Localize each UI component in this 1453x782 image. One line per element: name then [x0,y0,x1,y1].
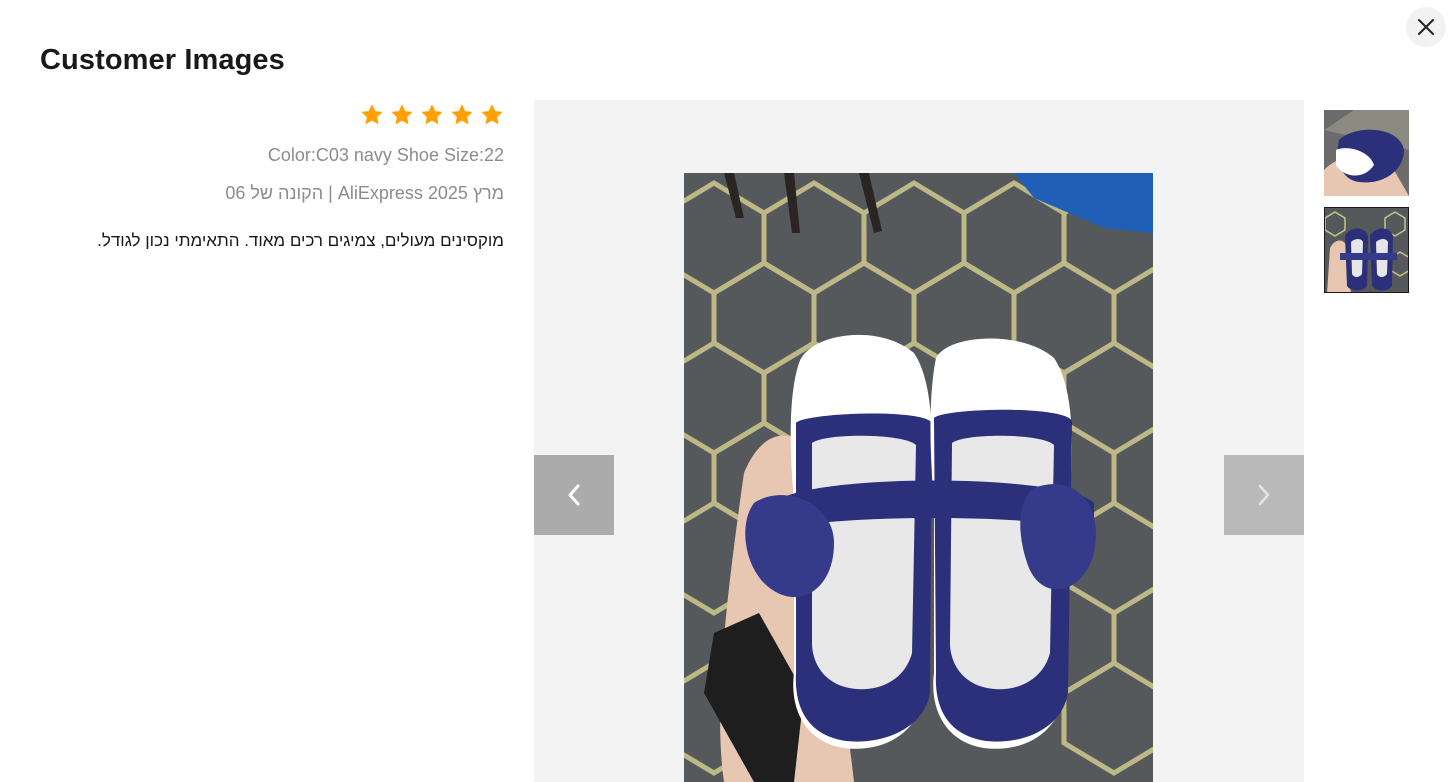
star-rating [40,100,504,130]
review-photo [684,173,1153,782]
review-panel: Color:C03 navy Shoe Size:22 הקונה של 06 … [40,100,504,253]
close-icon [1418,19,1434,35]
customer-images-modal: Customer Images Color:C03 navy Shoe Size… [0,0,1453,782]
sku-info: Color:C03 navy Shoe Size:22 [267,145,504,165]
thumbnail-strip [1324,110,1409,305]
purchase-info: הקונה של 06 | AliExpress מרץ 2025 [225,183,504,203]
close-button[interactable] [1406,7,1446,47]
star-icon [450,103,474,127]
chevron-left-icon [568,484,580,506]
previous-image-button[interactable] [534,455,614,535]
image-viewer [534,100,1304,782]
thumbnail-2[interactable] [1324,207,1409,293]
star-icon [480,103,504,127]
chevron-right-icon [1258,484,1270,506]
star-icon [390,103,414,127]
modal-title: Customer Images [40,44,285,76]
next-image-button[interactable] [1224,455,1304,535]
review-comment: מוקסינים מעולים, צמיגים רכים מאוד. התאימ… [97,231,504,250]
star-icon [360,103,384,127]
star-icon [420,103,444,127]
thumbnail-1[interactable] [1324,110,1409,196]
